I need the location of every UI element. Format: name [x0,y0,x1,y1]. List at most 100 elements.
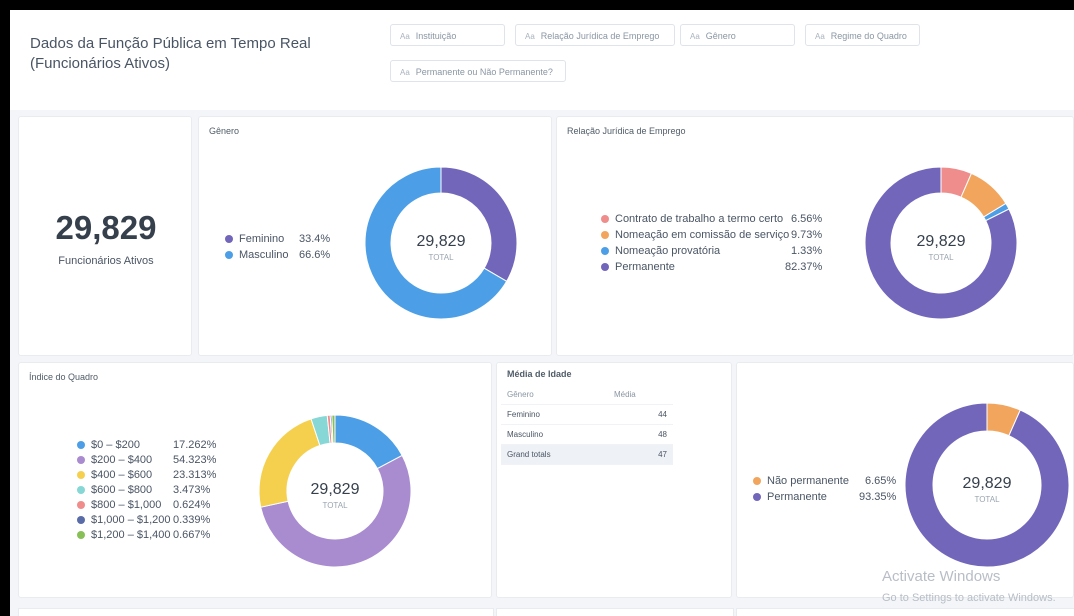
table-cell: 48 [607,424,673,445]
legend-pct: 0.667% [173,529,211,541]
windows-activation-hint: Go to Settings to activate Windows. [882,592,1056,604]
column-header[interactable]: Gênero [501,385,608,405]
filter-instituicao[interactable]: Aa Instituição [390,24,505,46]
text-filter-icon: Aa [815,32,825,41]
legend-pct: 0.624% [173,499,211,511]
legend-dot [77,486,85,494]
table-cell: Masculino [501,424,608,445]
donut-center-value: 29,829 [311,481,360,498]
text-filter-icon: Aa [525,32,535,41]
legend-item-masculino[interactable]: Masculino 66.6% [225,249,330,261]
kpi-label: Funcionários Ativos [58,255,154,267]
card-edge [18,608,494,616]
media-table: Gênero Média Feminino 44 Masculino 48 Gr… [501,385,673,465]
table-cell: Grand totals [501,444,608,465]
legend-label: Permanente [615,261,675,273]
table-row: Feminino 44 [501,404,673,425]
legend-item[interactable]: $1,000 – $1,200 0.339% [77,514,210,526]
legend-item[interactable]: $0 – $200 17.262% [77,439,216,451]
legend-dot [225,251,233,259]
legend-label: Masculino [239,249,289,261]
legend-item-permanente[interactable]: Permanente 82.37% [601,261,822,273]
legend-item[interactable]: $800 – $1,000 0.624% [77,499,210,511]
table-row: Masculino 48 [501,424,673,445]
legend-label: Permanente [767,491,827,503]
filter-label: Relação Jurídica de Emprego [540,31,660,41]
column-header[interactable]: Média [607,385,673,405]
table-cell: Feminino [501,404,608,425]
legend-label: $400 – $600 [91,469,153,481]
card-title: Índice do Quadro [29,372,99,382]
legend-item[interactable]: $200 – $400 54.323% [77,454,216,466]
legend-item[interactable]: $600 – $800 3.473% [77,484,210,496]
filter-label: Permanente ou Não Permanente? [415,67,553,77]
legend-dot [77,501,85,509]
legend-label: $1,000 – $1,200 [91,514,171,526]
legend-item[interactable]: $1,200 – $1,400 0.667% [77,529,210,541]
card-title: Gênero [209,126,240,136]
legend-item-nao-permanente[interactable]: Não permanente 6.65% [753,475,896,487]
kpi-value: 29,829 [55,209,157,246]
donut-center-value: 29,829 [963,475,1012,492]
filter-relacao-juridica[interactable]: Aa Relação Jurídica de Emprego [515,24,675,46]
donut-center-label: TOTAL [928,253,954,262]
table-cell: 47 [607,444,673,465]
filter-label: Instituição [415,31,457,41]
legend-item[interactable]: $400 – $600 23.313% [77,469,216,481]
page-title: Dados da Função Pública em Tempo Real (F… [30,35,311,72]
windows-activation-watermark: Activate Windows [882,568,1001,585]
legend-dot [225,235,233,243]
legend-item-feminino[interactable]: Feminino 33.4% [225,233,330,245]
legend-label: $0 – $200 [91,439,140,451]
legend-label: Nomeação provatória [615,245,721,257]
filter-permanente[interactable]: Aa Permanente ou Não Permanente? [390,60,566,82]
legend-item-contrato[interactable]: Contrato de trabalho a termo certo 6.56% [601,213,822,225]
legend-dot [77,456,85,464]
legend-label: Nomeação em comissão de serviço [615,229,790,241]
genero-card: Gênero Feminino 33.4% Masculino 66.6% 29… [198,116,552,356]
legend-pct: 6.56% [791,213,823,225]
filter-label: Gênero [705,31,736,41]
donut-center-value: 29,829 [917,233,966,250]
legend-pct: 82.37% [785,261,823,273]
legend-item-permanente[interactable]: Permanente 93.35% [753,491,896,503]
legend-item-provatoria[interactable]: Nomeação provatória 1.33% [601,245,822,257]
legend-dot [601,263,609,271]
genero-donut-chart: 29,829 TOTAL [364,166,518,320]
legend-item-comissao[interactable]: Nomeação em comissão de serviço 9.73% [601,229,822,241]
legend-dot [77,531,85,539]
filter-genero[interactable]: Aa Gênero [680,24,795,46]
legend-dot [601,247,609,255]
legend-dot [77,441,85,449]
legend-label: Contrato de trabalho a termo certo [615,213,784,225]
table-cell: 44 [607,404,673,425]
card-edge [736,608,1074,616]
legend-pct: 3.473% [173,484,211,496]
filter-regime-quadro[interactable]: Aa Regime do Quadro [805,24,920,46]
table-header-row: Gênero Média [501,385,673,405]
legend-pct: 17.262% [173,439,217,451]
legend-dot [753,477,761,485]
legend-label: $1,200 – $1,400 [91,529,171,541]
relacao-card: Relação Jurídica de Emprego Contrato de … [556,116,1074,356]
donut-slice-feminino[interactable] [440,166,518,282]
card-edge [496,608,734,616]
text-filter-icon: Aa [690,32,700,41]
legend-label: Feminino [239,233,285,245]
legend-pct: 33.4% [299,233,331,245]
legend-pct: 0.339% [173,514,211,526]
legend-pct: 54.323% [173,454,217,466]
legend-dot [601,231,609,239]
donut-center-label: TOTAL [428,253,454,262]
relacao-donut-chart: 29,829 TOTAL [864,166,1018,320]
legend-label: Não permanente [767,475,849,487]
legend-dot [77,471,85,479]
legend-pct: 66.6% [299,249,331,261]
legend-pct: 1.33% [791,245,823,257]
legend-dot [753,493,761,501]
card-title: Relação Jurídica de Emprego [567,126,686,136]
legend-dot [77,516,85,524]
donut-center-label: TOTAL [322,501,348,510]
legend-pct: 6.65% [865,475,897,487]
legend-label: $200 – $400 [91,454,153,466]
